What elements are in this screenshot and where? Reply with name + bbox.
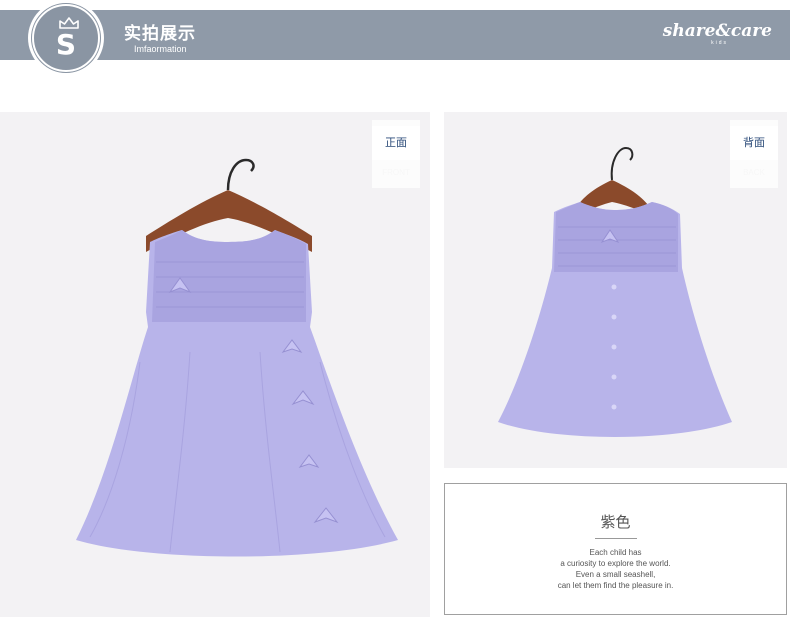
front-photo: 正面 FRONT — [0, 112, 430, 617]
description-line: a curiosity to explore the world. — [560, 559, 671, 568]
logo-circle: S — [32, 4, 100, 72]
front-label-en: FRONT — [382, 168, 410, 177]
color-info-box: 紫色 Each child has a curiosity to explore… — [444, 483, 787, 615]
back-photo: 背面 BACK — [444, 112, 787, 468]
back-label-en: BACK — [743, 168, 765, 177]
front-dress-image — [76, 158, 398, 557]
brand-sub: kids — [711, 40, 728, 46]
back-view-label: 背面 BACK — [730, 120, 778, 188]
logo: S — [28, 0, 106, 76]
description: Each child has a curiosity to explore th… — [445, 547, 786, 591]
front-view-label: 正面 FRONT — [372, 120, 420, 188]
front-label-cn: 正面 — [372, 126, 420, 160]
description-line: Each child has — [589, 548, 642, 557]
back-label-cn: 背面 — [730, 126, 778, 160]
brand-logo: share&care — [662, 21, 772, 41]
description-line: can let them find the pleasure in. — [557, 581, 674, 590]
color-name: 紫色 — [600, 513, 631, 531]
description-line: Even a small seashell, — [575, 570, 656, 579]
divider — [595, 538, 637, 539]
logo-letter: S — [55, 28, 77, 61]
page-subtitle: Imfaormation — [134, 44, 187, 54]
page-title: 实拍展示 — [124, 24, 196, 44]
